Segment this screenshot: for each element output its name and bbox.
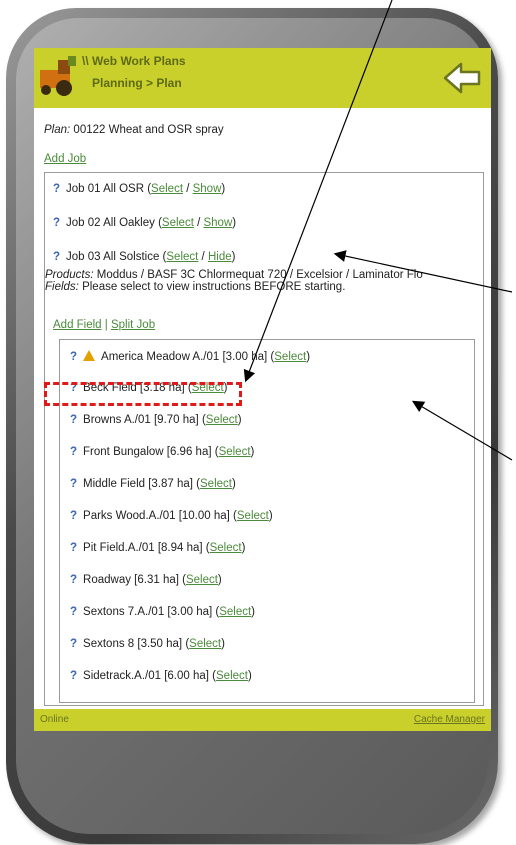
arrow-to-show-link: [333, 250, 513, 293]
annotation-arrows: [243, 0, 513, 461]
arrow-to-split-job: [243, 0, 393, 383]
arrow-to-field-select: [411, 400, 513, 461]
